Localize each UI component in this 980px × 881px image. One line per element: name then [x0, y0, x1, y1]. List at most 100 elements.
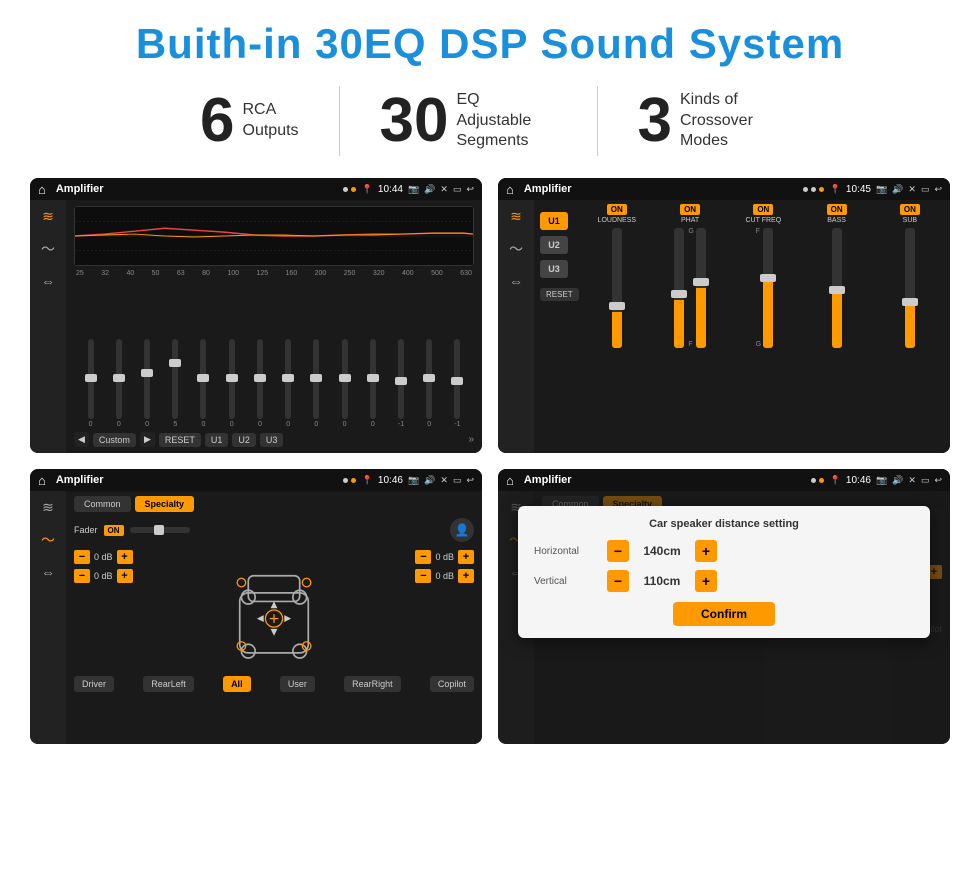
copilot-btn[interactable]: Copilot	[430, 676, 474, 692]
fader-on-btn[interactable]: ON	[104, 525, 124, 536]
xover-u2-btn[interactable]: U2	[540, 236, 568, 254]
xover-dot2	[811, 187, 816, 192]
xover-u1-btn[interactable]: U1	[540, 212, 568, 230]
spk-wave-icon[interactable]: 〜	[41, 530, 55, 550]
stat-rca: 6 RCAOutputs	[160, 90, 339, 152]
slider-thumb-9[interactable]	[310, 374, 322, 382]
dialog-title: Car speaker distance setting	[534, 518, 914, 530]
eq-reset-btn[interactable]: RESET	[159, 433, 201, 447]
confirm-button[interactable]: Confirm	[673, 602, 775, 626]
eq-controls: ◀ Custom ▶ RESET U1 U2 U3 »	[74, 432, 474, 447]
eq-prev-btn[interactable]: ◀	[74, 432, 89, 447]
tab-common[interactable]: Common	[74, 496, 131, 512]
spk-rect-icon: ▭	[453, 475, 462, 486]
rear-right-btn[interactable]: RearRight	[344, 676, 401, 692]
slider-thumb-6[interactable]	[226, 374, 238, 382]
slider-thumb-5[interactable]	[197, 374, 209, 382]
cutfreq-label: CUT FREQ	[746, 217, 782, 224]
xover-phat: ON PHAT G F	[656, 204, 724, 449]
eq-u1-btn[interactable]: U1	[205, 433, 229, 447]
cutfreq-slider[interactable]	[763, 228, 773, 348]
dist-dot2	[819, 478, 824, 483]
eq-icon[interactable]: ≋	[42, 208, 54, 225]
left-bottom-plus-btn[interactable]: +	[117, 569, 133, 583]
sub-on-btn[interactable]: ON	[900, 204, 920, 215]
rear-left-btn[interactable]: RearLeft	[143, 676, 194, 692]
right-top-plus-btn[interactable]: +	[458, 550, 474, 564]
xover-expand-icon[interactable]: ⇔	[509, 273, 523, 289]
all-btn[interactable]: All	[223, 676, 251, 692]
xover-presets: U1 U2 U3 RESET	[540, 204, 579, 449]
left-top-minus-btn[interactable]: −	[74, 550, 90, 564]
spk-user-icon-btn[interactable]: 👤	[450, 518, 474, 542]
spk-dot2	[351, 478, 356, 483]
xover-u3-btn[interactable]: U3	[540, 260, 568, 278]
eq-u3-btn[interactable]: U3	[260, 433, 284, 447]
spk-eq-icon[interactable]: ≋	[42, 499, 54, 516]
spk-back-icon: ↩	[466, 475, 474, 486]
vertical-row: Vertical − 110cm +	[534, 570, 914, 592]
slider-thumb-8[interactable]	[282, 374, 294, 382]
right-bottom-db-val: 0 dB	[435, 571, 454, 581]
xover-camera-icon: 📷	[876, 184, 887, 195]
main-title: Buith-in 30EQ DSP Sound System	[30, 20, 950, 68]
xover-screen-title: Amplifier	[524, 183, 797, 195]
eq-next-btn[interactable]: ▶	[140, 432, 155, 447]
slider-thumb-12[interactable]	[395, 377, 407, 385]
dist-x-icon: ✕	[908, 475, 916, 486]
dist-time: 10:46	[846, 475, 871, 486]
left-bottom-minus-btn[interactable]: −	[74, 569, 90, 583]
horizontal-plus-btn[interactable]: +	[695, 540, 717, 562]
bass-on-btn[interactable]: ON	[827, 204, 847, 215]
eq-graph	[74, 206, 474, 266]
spk-fader-row: Fader ON 👤	[74, 518, 474, 542]
spk-expand-icon[interactable]: ⇔	[41, 564, 55, 580]
cutfreq-on-btn[interactable]: ON	[753, 204, 773, 215]
distance-screen: ⌂ Amplifier 📍 10:46 📷 🔊 ✕ ▭ ↩	[498, 469, 950, 744]
phat-on-btn[interactable]: ON	[680, 204, 700, 215]
right-bottom-plus-btn[interactable]: +	[458, 569, 474, 583]
slider-thumb-1[interactable]	[85, 374, 97, 382]
slider-thumb-13[interactable]	[423, 374, 435, 382]
sub-slider[interactable]	[905, 228, 915, 348]
expand-icon[interactable]: ⇔	[41, 273, 55, 289]
slider-thumb-14[interactable]	[451, 377, 463, 385]
eq-more-icon: »	[468, 434, 474, 445]
spk-status-dots	[343, 478, 356, 483]
wave-icon[interactable]: 〜	[41, 239, 55, 259]
right-top-minus-btn[interactable]: −	[415, 550, 431, 564]
slider-thumb-3[interactable]	[141, 369, 153, 377]
spk-bottom-row: Driver RearLeft All User RearRight Copil…	[74, 676, 474, 692]
right-bottom-minus-btn[interactable]: −	[415, 569, 431, 583]
xover-loudness: ON LOUDNESS	[583, 204, 651, 449]
loudness-slider[interactable]	[612, 228, 622, 348]
phat-label: PHAT	[681, 217, 699, 224]
loudness-on-btn[interactable]: ON	[607, 204, 627, 215]
slider-thumb-4[interactable]	[169, 359, 181, 367]
tab-specialty[interactable]: Specialty	[135, 496, 195, 512]
xover-wave-icon[interactable]: 〜	[509, 239, 523, 259]
horizontal-minus-btn[interactable]: −	[607, 540, 629, 562]
eq-u2-btn[interactable]: U2	[232, 433, 256, 447]
vertical-plus-btn[interactable]: +	[695, 570, 717, 592]
eq-custom-btn[interactable]: Custom	[93, 433, 136, 447]
vertical-minus-btn[interactable]: −	[607, 570, 629, 592]
spk-status-bar: ⌂ Amplifier 📍 10:46 📷 🔊 ✕ ▭ ↩	[30, 469, 482, 491]
driver-btn[interactable]: Driver	[74, 676, 114, 692]
fader-track[interactable]	[130, 527, 190, 533]
left-top-plus-btn[interactable]: +	[117, 550, 133, 564]
slider-thumb-7[interactable]	[254, 374, 266, 382]
bass-slider[interactable]	[832, 228, 842, 348]
phat-slider-f[interactable]	[696, 228, 706, 348]
xover-reset-btn[interactable]: RESET	[540, 288, 579, 301]
fader-thumb[interactable]	[154, 525, 164, 535]
spk-zone-left: − 0 dB + − 0 dB +	[74, 550, 133, 583]
user-btn[interactable]: User	[280, 676, 315, 692]
horizontal-label: Horizontal	[534, 546, 599, 557]
slider-thumb-10[interactable]	[339, 374, 351, 382]
phat-slider-g[interactable]	[674, 228, 684, 348]
stat-number-rca: 6	[200, 90, 234, 152]
slider-thumb-11[interactable]	[367, 374, 379, 382]
xover-eq-icon[interactable]: ≋	[510, 208, 522, 225]
slider-thumb-2[interactable]	[113, 374, 125, 382]
